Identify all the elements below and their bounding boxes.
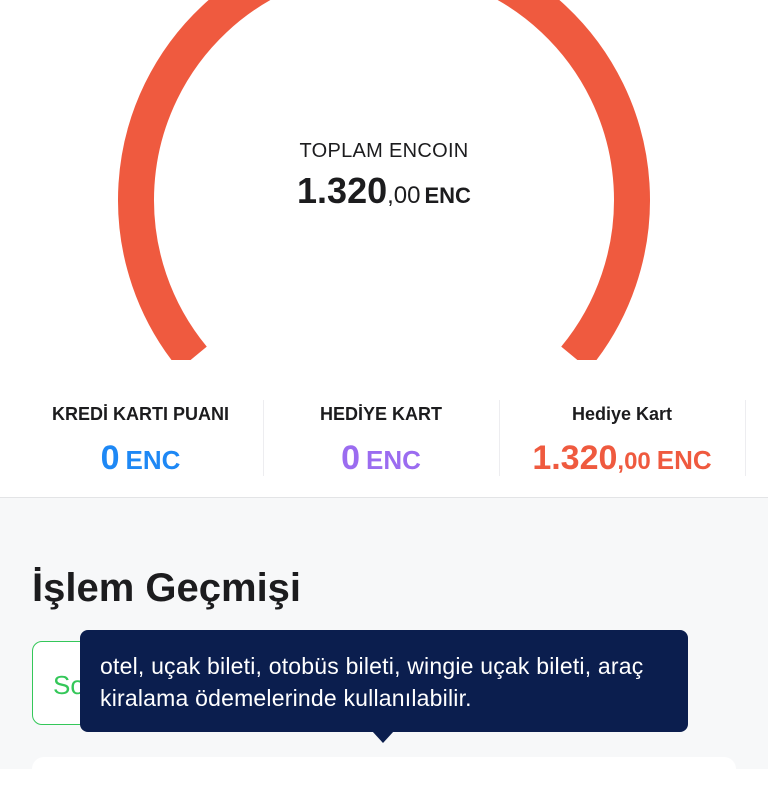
stat-label: HEDİYE KART: [319, 404, 442, 424]
stat-gift-card-balance[interactable]: Hediye Kart 1.320,00 ENC: [499, 398, 745, 488]
stat-label: Hediye Kart: [571, 404, 673, 424]
stat-divider: [745, 400, 746, 476]
transaction-card[interactable]: [32, 757, 736, 797]
total-encoin-label: TOPLAM ENCOIN: [299, 140, 469, 162]
transaction-history-title: İşlem Geçmişi: [32, 566, 302, 610]
stat-value-unit: ENC: [366, 445, 421, 475]
usage-info-tooltip: otel, uçak bileti, otobüs bileti, wingie…: [80, 630, 688, 732]
balance-summary: TOPLAM ENCOIN 1.320,00 ENC KREDİ KARTI PU…: [0, 0, 768, 497]
stat-divider: [263, 400, 264, 476]
total-encoin-value: 1.320,00 ENC: [0, 170, 768, 212]
stat-gift-card[interactable]: HEDİYE KART 0 ENC: [263, 398, 499, 488]
stat-value: 1.320,00 ENC: [499, 439, 745, 478]
stat-value-unit: ENC: [125, 445, 181, 475]
stat-divider: [499, 400, 500, 476]
stat-value-int: 1.320: [532, 439, 618, 477]
tooltip-text: otel, uçak bileti, otobüs bileti, wingie…: [100, 653, 644, 711]
balance-breakdown: KREDİ KARTI PUANI 0 ENC HEDİYE KART 0 ENC …: [0, 398, 768, 488]
total-value-unit: ENC: [424, 183, 471, 208]
stat-value-dec: ,00: [617, 448, 651, 475]
tooltip-arrow: [372, 731, 394, 743]
stat-label: KREDİ KARTI PUANI: [51, 404, 229, 424]
stat-value-int: 0: [341, 439, 360, 477]
stat-value: 0 ENC: [18, 439, 263, 478]
stat-credit-card-points[interactable]: KREDİ KARTI PUANI 0 ENC: [18, 398, 263, 488]
total-value-int: 1.320: [297, 170, 388, 211]
stat-value-unit: ENC: [656, 445, 712, 475]
stat-value-int: 0: [100, 439, 120, 477]
total-value-dec: ,00: [387, 182, 421, 209]
stat-value: 0 ENC: [263, 439, 499, 478]
